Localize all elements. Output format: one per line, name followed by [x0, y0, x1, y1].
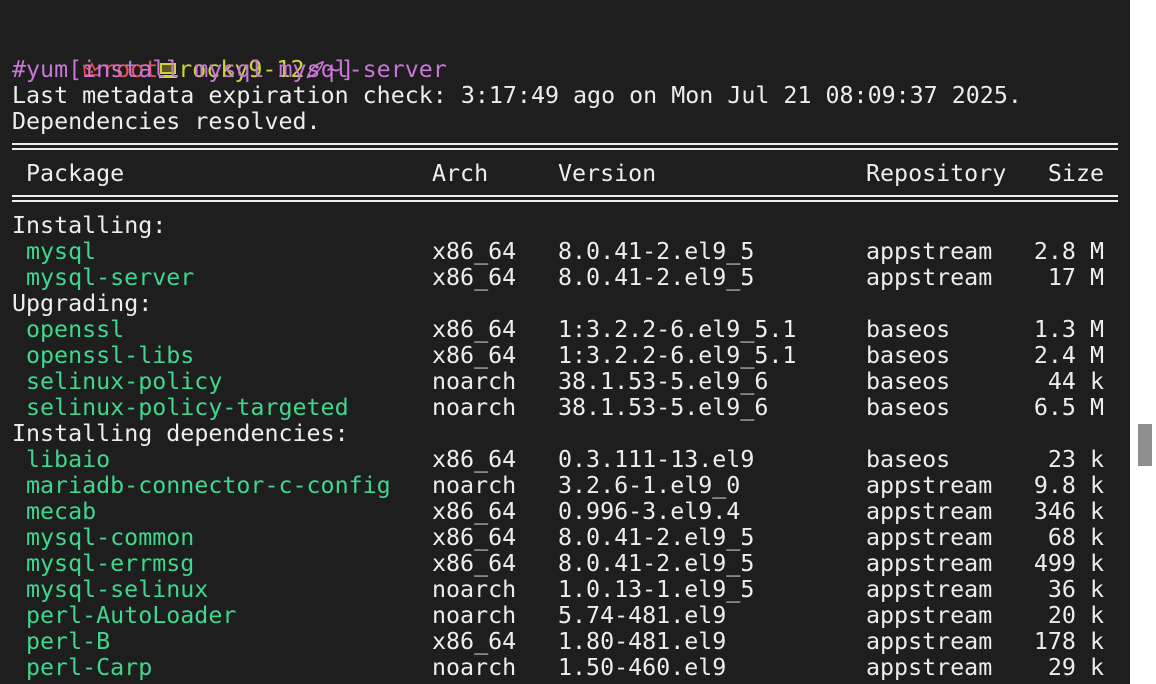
package-name: openssl [26, 316, 125, 343]
package-version: 1.80-481.el9 [558, 628, 727, 655]
package-version: 1.0.13-1.el9_5 [558, 576, 755, 603]
deps-resolved-line: Dependencies resolved. [12, 108, 321, 135]
package-size: 17 M [1047, 264, 1104, 291]
package-version: 38.1.53-5.el9_6 [558, 368, 769, 395]
package-name: selinux-policy [26, 368, 223, 395]
package-repository: appstream [866, 550, 993, 577]
package-size: 178 k [1033, 628, 1104, 655]
package-name: selinux-policy-targeted [26, 394, 349, 421]
package-repository: appstream [866, 602, 993, 629]
package-repository: appstream [866, 498, 993, 525]
package-name: libaio [26, 446, 111, 473]
package-size: 44 k [1047, 368, 1104, 395]
package-name: perl-Carp [26, 654, 153, 681]
package-arch: x86_64 [432, 264, 517, 291]
package-repository: appstream [866, 524, 993, 551]
package-arch: noarch [432, 576, 517, 603]
package-repository: baseos [866, 316, 951, 343]
package-version: 1:3.2.2-6.el9_5.1 [558, 316, 797, 343]
header-size: Size [1047, 160, 1104, 187]
table-header: Package Arch Version Repository Size [12, 161, 1104, 187]
scrollbar[interactable] [1130, 0, 1156, 684]
package-arch: x86_64 [432, 238, 517, 265]
package-arch: noarch [432, 654, 517, 681]
section-title: Upgrading: [12, 290, 153, 317]
header-version: Version [558, 160, 657, 187]
package-repository: baseos [866, 446, 951, 473]
package-size: 36 k [1047, 576, 1104, 603]
package-arch: noarch [432, 368, 517, 395]
package-size: 2.4 M [1033, 342, 1104, 369]
package-size: 68 k [1047, 524, 1104, 551]
package-name: mysql-common [26, 524, 195, 551]
header-repository: Repository [866, 160, 1007, 187]
package-size: 1.3 M [1033, 316, 1104, 343]
package-arch: x86_64 [432, 446, 517, 473]
terminal-window[interactable]: [root rocky9-12 ~] #yum install mysql mysq… [0, 0, 1130, 684]
table-separator-top [12, 143, 1118, 150]
package-size: 23 k [1047, 446, 1104, 473]
package-repository: appstream [866, 238, 993, 265]
package-name: mecab [26, 498, 97, 525]
package-version: 1.50-460.el9 [558, 654, 727, 681]
package-repository: baseos [866, 368, 951, 395]
package-version: 8.0.41-2.el9_5 [558, 524, 755, 551]
package-version: 38.1.53-5.el9_6 [558, 394, 769, 421]
package-version: 1:3.2.2-6.el9_5.1 [558, 342, 797, 369]
header-package: Package [26, 160, 125, 187]
package-size: 9.8 k [1033, 472, 1104, 499]
header-arch: Arch [432, 160, 489, 187]
package-repository: baseos [866, 394, 951, 421]
package-name: mysql-selinux [26, 576, 209, 603]
package-arch: x86_64 [432, 628, 517, 655]
package-version: 5.74-481.el9 [558, 602, 727, 629]
package-size: 29 k [1047, 654, 1104, 681]
package-repository: appstream [866, 628, 993, 655]
package-size: 346 k [1033, 498, 1104, 525]
package-repository: appstream [866, 576, 993, 603]
package-size: 499 k [1033, 550, 1104, 577]
package-version: 8.0.41-2.el9_5 [558, 550, 755, 577]
metadata-line: Last metadata expiration check: 3:17:49 … [12, 82, 1022, 109]
package-version: 8.0.41-2.el9_5 [558, 238, 755, 265]
table-separator-header [12, 195, 1118, 202]
package-arch: x86_64 [432, 498, 517, 525]
package-name: mysql-errmsg [26, 550, 195, 577]
package-arch: x86_64 [432, 550, 517, 577]
package-repository: appstream [866, 264, 993, 291]
package-arch: x86_64 [432, 316, 517, 343]
section-title: Installing: [12, 212, 167, 239]
package-name: mariadb-connector-c-config [26, 472, 391, 499]
package-arch: noarch [432, 472, 517, 499]
package-name: mysql-server [26, 264, 195, 291]
package-size: 6.5 M [1033, 394, 1104, 421]
package-version: 0.996-3.el9.4 [558, 498, 741, 525]
package-repository: baseos [866, 342, 951, 369]
package-arch: x86_64 [432, 342, 517, 369]
command-line: #yum install mysql mysql-server [12, 56, 447, 83]
package-version: 0.3.111-13.el9 [558, 446, 755, 473]
package-repository: appstream [866, 472, 993, 499]
scrollbar-thumb[interactable] [1138, 424, 1152, 466]
package-arch: noarch [432, 394, 517, 421]
package-name: perl-B [26, 628, 111, 655]
package-arch: noarch [432, 602, 517, 629]
package-version: 8.0.41-2.el9_5 [558, 264, 755, 291]
package-name: mysql [26, 238, 97, 265]
package-size: 2.8 M [1033, 238, 1104, 265]
package-name: openssl-libs [26, 342, 195, 369]
shell-prompt: [root rocky9-12 ~] [12, 31, 354, 83]
package-name: perl-AutoLoader [26, 602, 237, 629]
package-arch: x86_64 [432, 524, 517, 551]
package-repository: appstream [866, 654, 993, 681]
package-size: 20 k [1047, 602, 1104, 629]
package-version: 3.2.6-1.el9_0 [558, 472, 741, 499]
section-title: Installing dependencies: [12, 420, 349, 447]
